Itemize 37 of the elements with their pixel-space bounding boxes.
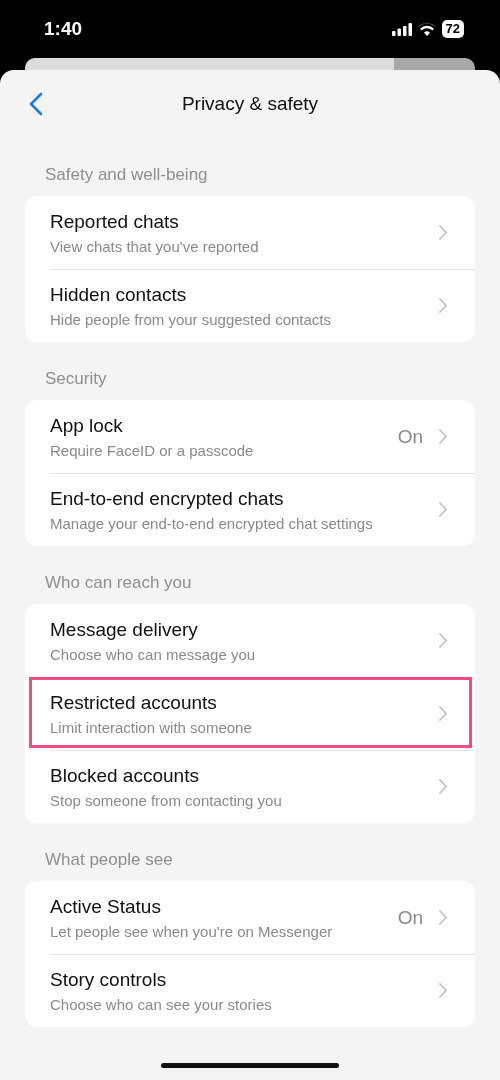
chevron-icon[interactable] [439,633,447,648]
screen-title: Privacy & safety [181,93,319,115]
row-value: On [397,906,423,929]
row-subtitle: View chats that you've reported [50,237,260,255]
row-subtitle: Require FaceID or a passcode [50,441,255,459]
row-title[interactable]: Message delivery [50,618,439,641]
row-subtitle: Limit interaction with someone [50,718,253,736]
row-title[interactable]: Active Status [50,895,398,918]
row-subtitle: Hide people from your suggested contacts [50,310,332,328]
chevron-icon[interactable] [439,983,447,998]
chevron-icon[interactable] [439,706,447,721]
chevron-icon[interactable] [439,910,447,925]
section-header: What people see [45,850,173,869]
battery-level: 72 [441,20,464,38]
row-subtitle: Stop someone from contacting you [50,791,283,809]
row-title[interactable]: End-to-end encrypted chats [50,487,439,510]
chevron-icon[interactable] [439,502,447,517]
row-title[interactable]: Restricted accounts [50,691,439,714]
row-title[interactable]: App lock [50,414,398,437]
status-time: 1:40 [44,18,83,40]
row-subtitle: Choose who can message you [50,645,257,663]
row-subtitle: Choose who can see your stories [50,995,273,1013]
row-title[interactable]: Hidden contacts [50,283,439,306]
chevron-icon[interactable] [439,225,447,240]
row-subtitle: Let people see when you're on Messenger [50,922,334,940]
row-title[interactable]: Blocked accounts [50,764,439,787]
row-title[interactable]: Story controls [50,968,439,991]
chevron-icon[interactable] [439,429,447,444]
row-value: On [397,425,423,448]
chevron-icon[interactable] [439,298,447,313]
section-header: Who can reach you [45,573,192,592]
section-header: Safety and well-being [45,165,208,184]
chevron-icon[interactable] [439,779,447,794]
row-title[interactable]: Reported chats [50,210,439,233]
row-subtitle: Manage your end-to-end encrypted chat settings [50,514,374,532]
section-header: Security [45,369,107,388]
signal-icon [391,22,412,36]
